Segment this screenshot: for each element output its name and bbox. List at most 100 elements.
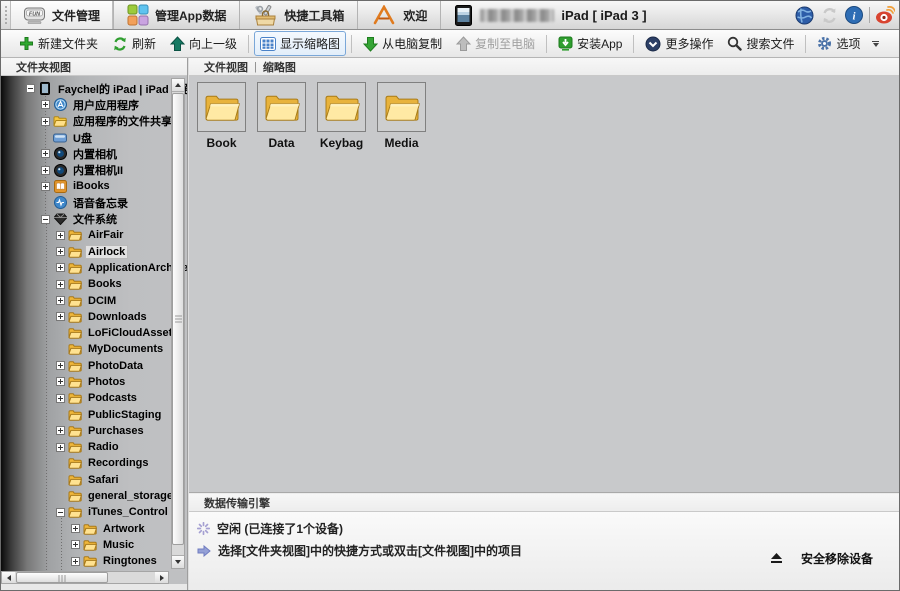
folder-name: Data — [257, 136, 306, 150]
more-actions-button[interactable]: 更多操作 — [639, 31, 719, 56]
refresh-button[interactable]: 刷新 — [106, 31, 162, 56]
refresh-icon — [112, 36, 128, 52]
globe-icon[interactable] — [794, 5, 814, 25]
tab-manage-app-data[interactable]: 管理App数据 — [114, 1, 239, 29]
tree-item-ApplicationArchives[interactable]: ApplicationArchives — [1, 259, 187, 275]
tree-item-Music[interactable]: Music — [1, 536, 187, 552]
tree-item-用户应用程序[interactable]: 用户应用程序 — [1, 96, 187, 112]
tree-item-Safari[interactable]: Safari — [1, 471, 187, 487]
tree-item-iTunes_Control[interactable]: iTunes_Control — [1, 504, 187, 520]
install-app-button[interactable]: 安装App — [552, 31, 628, 56]
tree-item-MyDocuments[interactable]: MyDocuments — [1, 341, 187, 357]
tree-item-Podcasts[interactable]: Podcasts — [1, 390, 187, 406]
expander-plus-icon[interactable] — [56, 231, 65, 240]
expander-plus-icon[interactable] — [56, 296, 65, 305]
weibo-icon[interactable] — [875, 5, 895, 25]
up-level-button[interactable]: 向上一级 — [164, 31, 243, 56]
expander-plus-icon[interactable] — [56, 247, 65, 256]
scroll-down-button[interactable] — [172, 555, 184, 568]
folder-thumbnail-Book[interactable]: Book — [197, 82, 246, 492]
tree-item-应用程序的文件共享[interactable]: 应用程序的文件共享 — [1, 113, 187, 129]
tree-item-Downloads[interactable]: Downloads — [1, 308, 187, 324]
expander-plus-icon[interactable] — [71, 540, 80, 549]
tree-item-Artwork[interactable]: Artwork — [1, 520, 187, 536]
expander-plus-icon[interactable] — [56, 280, 65, 289]
options-button[interactable]: 选项 — [811, 31, 866, 56]
expander-plus-icon[interactable] — [56, 443, 65, 452]
tree-item-PublicStaging[interactable]: PublicStaging — [1, 406, 187, 422]
folder-tile[interactable] — [257, 82, 306, 132]
tree-item-文件系统[interactable]: 文件系统 — [1, 210, 187, 226]
expander-minus-icon[interactable] — [26, 84, 35, 93]
expander-plus-icon[interactable] — [41, 100, 50, 109]
copy-from-pc-button[interactable]: 从电脑复制 — [357, 31, 448, 56]
expander-plus-icon[interactable] — [41, 149, 50, 158]
tree-item-Airlock[interactable]: Airlock — [1, 243, 187, 259]
folder-icon — [68, 441, 82, 454]
tree-item-LoFiCloudAssets[interactable]: LoFiCloudAssets — [1, 324, 187, 340]
sync-icon[interactable] — [819, 5, 839, 25]
folder-thumbnail-Data[interactable]: Data — [257, 82, 306, 492]
tab-quick-toolbox[interactable]: 快捷工具箱 — [240, 1, 357, 29]
show-thumbnails-button[interactable]: 显示缩略图 — [254, 31, 346, 56]
folder-thumbnail-Keybag[interactable]: Keybag — [317, 82, 366, 492]
toolbar-overflow-button[interactable] — [870, 35, 882, 53]
expander-plus-icon[interactable] — [56, 394, 65, 403]
folder-icon — [68, 375, 82, 388]
horizontal-scroll-thumb[interactable] — [16, 572, 108, 583]
expander-minus-icon[interactable] — [56, 508, 65, 517]
tree-item-DCIM[interactable]: DCIM — [1, 292, 187, 308]
tab-file-management[interactable]: FUN文件管理 — [10, 1, 113, 29]
expander-plus-icon[interactable] — [41, 166, 50, 175]
device-name-redacted — [480, 9, 554, 22]
search-files-button[interactable]: 搜索文件 — [721, 31, 800, 56]
expander-plus-icon[interactable] — [56, 312, 65, 321]
expander-plus-icon[interactable] — [71, 524, 80, 533]
expander-plus-icon[interactable] — [71, 557, 80, 566]
file-thumbnail-view[interactable]: Book Data KeybagMedia — [189, 76, 900, 493]
tree-item-Purchases[interactable]: Purchases — [1, 422, 187, 438]
expander-plus-icon[interactable] — [56, 377, 65, 386]
vertical-scroll-thumb[interactable] — [172, 93, 184, 545]
toolbar-separator — [351, 35, 352, 53]
tree-item-语音备忘录[interactable]: 语音备忘录 — [1, 194, 187, 210]
expander-plus-icon[interactable] — [56, 263, 65, 272]
tree-item-Ringtones[interactable]: Ringtones — [1, 553, 187, 569]
tree-item-iBooks[interactable]: iBooks — [1, 178, 187, 194]
info-icon[interactable]: i — [844, 5, 864, 25]
expander-plus-icon[interactable] — [56, 361, 65, 370]
safe-remove-device-button[interactable]: 安全移除设备 — [767, 548, 873, 568]
new-folder-button[interactable]: 新建文件夹 — [13, 31, 104, 56]
expander-minus-icon[interactable] — [41, 215, 50, 224]
thumbnail-view-label[interactable]: 缩略图 — [263, 59, 296, 75]
folder-tile[interactable] — [317, 82, 366, 132]
tree-item-Radio[interactable]: Radio — [1, 439, 187, 455]
tree-item-Faychel的 iPad | iPad 3 通[interactable]: Faychel的 iPad | iPad 3 通 — [1, 80, 187, 96]
folder-thumbnail-Media[interactable]: Media — [377, 82, 426, 492]
tree-item-U盘[interactable]: U盘 — [1, 129, 187, 145]
scroll-right-button[interactable] — [155, 572, 168, 583]
scroll-up-button[interactable] — [172, 79, 184, 92]
folder-tile[interactable] — [197, 82, 246, 132]
tree-item-AirFair[interactable]: AirFair — [1, 227, 187, 243]
expander-plus-icon[interactable] — [41, 117, 50, 126]
expander-plus-icon[interactable] — [41, 182, 50, 191]
tab-device[interactable]: iPad [ iPad 3 ] — [441, 1, 658, 29]
tree-item-general_storage[interactable]: general_storage — [1, 487, 187, 503]
expander-plus-icon[interactable] — [56, 426, 65, 435]
tree-item-label: AirFair — [86, 229, 125, 241]
folder-tile[interactable] — [377, 82, 426, 132]
tree-item-内置相机II[interactable]: 内置相机II — [1, 161, 187, 177]
tab-welcome[interactable]: 欢迎 — [358, 1, 440, 29]
folder-icon — [68, 278, 82, 291]
new-folder-label: 新建文件夹 — [38, 35, 98, 52]
scroll-left-button[interactable] — [2, 572, 15, 583]
tree-item-Recordings[interactable]: Recordings — [1, 455, 187, 471]
tree-item-Photos[interactable]: Photos — [1, 373, 187, 389]
tree-item-Books[interactable]: Books — [1, 276, 187, 292]
tree-item-内置相机[interactable]: 内置相机 — [1, 145, 187, 161]
folder-name: Book — [197, 136, 246, 150]
tree-item-PhotoData[interactable]: PhotoData — [1, 357, 187, 373]
tree-vertical-scrollbar[interactable] — [171, 78, 185, 569]
tree-horizontal-scrollbar[interactable] — [1, 571, 169, 584]
